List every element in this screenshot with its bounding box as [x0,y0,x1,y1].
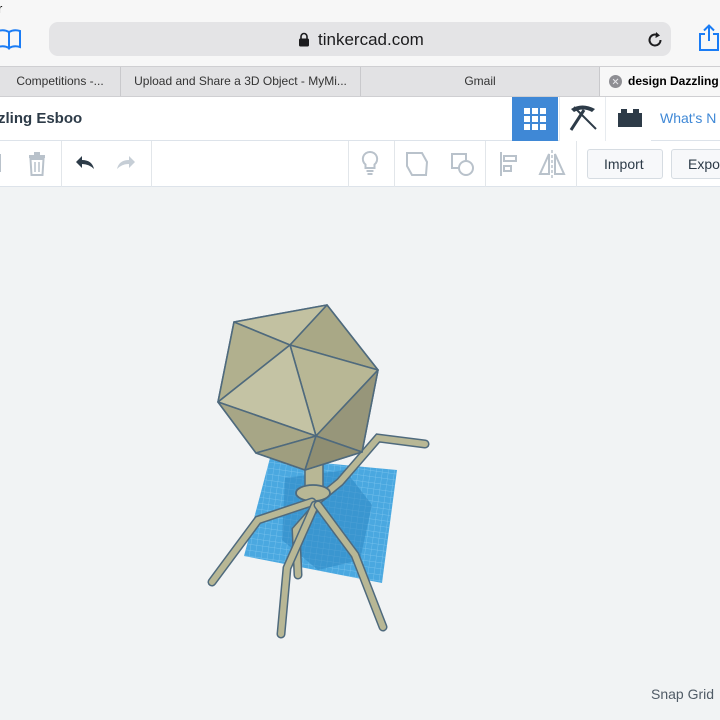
export-button[interactable]: Expor [671,149,720,179]
trash-icon[interactable] [24,141,50,187]
copy-icon[interactable] [0,141,10,187]
align-icon[interactable] [494,141,522,187]
share-icon[interactable] [697,24,720,52]
tab-label: Gmail [464,74,496,88]
3d-workspace[interactable]: Snap Grid [0,187,720,720]
tinkercad-header: zling Esboo What's N [0,97,720,141]
toolbar-separator [576,141,577,187]
tab-competitions[interactable]: Competitions -... [0,67,121,96]
mirror-icon[interactable] [536,141,568,187]
reload-icon[interactable] [645,30,665,50]
tab-gmail[interactable]: Gmail [361,67,600,96]
screen: r tinkercad.com Competitions -... Upload… [0,0,720,720]
whats-new-link[interactable]: What's N [660,110,716,126]
bacteriophage-model[interactable] [200,299,440,649]
book-icon[interactable] [0,28,22,50]
capsid-head[interactable] [217,304,379,471]
grid-view-icon [524,108,546,130]
browser-toolbar: r tinkercad.com [0,0,720,66]
snap-grid-label[interactable]: Snap Grid [651,686,714,702]
pickaxe-icon [569,105,597,131]
ungroup-icon[interactable] [446,141,478,187]
lightbulb-icon[interactable] [356,141,384,187]
lock-icon [299,32,309,47]
undo-icon[interactable] [70,141,98,187]
3d-design-view-button[interactable] [512,97,558,141]
tab-upload-share[interactable]: Upload and Share a 3D Object - MyMi... [121,67,361,96]
toolbar-separator [151,141,152,187]
browser-tab-bar: Competitions -... Upload and Share a 3D … [0,66,720,97]
status-bar-text: r [0,1,3,16]
editor-toolbar: Import Expor [0,141,720,187]
redo-icon[interactable] [113,141,141,187]
import-button[interactable]: Import [587,149,663,179]
toolbar-separator [348,141,349,187]
brick-icon [618,109,642,127]
design-title[interactable]: zling Esboo [0,110,82,127]
tab-label: design Dazzling Esboo [628,74,720,88]
tab-design-active[interactable]: design Dazzling Esboo [600,67,720,96]
toolbar-separator [394,141,395,187]
tab-close-icon[interactable] [609,75,622,88]
url-text[interactable]: tinkercad.com [318,30,424,50]
toolbar-separator [485,141,486,187]
group-icon[interactable] [402,141,432,187]
toolbar-separator [61,141,62,187]
tab-label: Upload and Share a 3D Object - MyMi... [134,74,347,88]
bricks-view-button[interactable] [605,97,651,141]
tab-label: Competitions -... [16,74,104,88]
blocks-view-button[interactable] [559,97,605,141]
